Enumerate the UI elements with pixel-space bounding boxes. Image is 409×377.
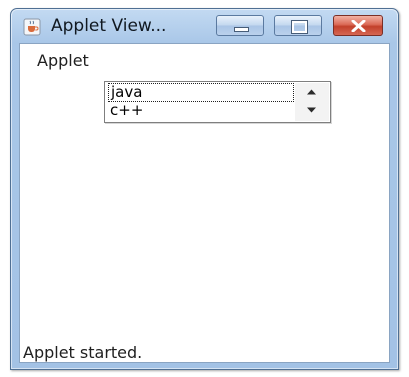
list-item-java[interactable]: java bbox=[108, 83, 294, 102]
maximize-icon bbox=[291, 20, 308, 34]
chevron-down-icon bbox=[307, 107, 316, 113]
applet-viewer-window: Applet View... Applet java c++ Applet st… bbox=[10, 8, 399, 370]
scroll-down-button[interactable] bbox=[302, 102, 322, 120]
scroll-up-button[interactable] bbox=[302, 84, 322, 102]
applet-menu[interactable]: Applet bbox=[37, 51, 89, 70]
chevron-up-icon bbox=[307, 89, 316, 95]
applet-panel: Applet java c++ Applet started. bbox=[19, 43, 390, 363]
list-item-cpp[interactable]: c++ bbox=[108, 101, 294, 120]
minimize-button[interactable] bbox=[216, 15, 264, 36]
java-coffee-cup-icon bbox=[23, 18, 41, 36]
window-title: Applet View... bbox=[51, 16, 167, 36]
list-scrollbar[interactable] bbox=[295, 83, 329, 121]
title-bar[interactable]: Applet View... bbox=[11, 9, 398, 43]
status-text: Applet started. bbox=[23, 343, 143, 362]
close-button[interactable] bbox=[333, 15, 383, 36]
minimize-icon bbox=[234, 27, 249, 32]
language-listbox[interactable]: java c++ bbox=[104, 81, 331, 123]
screen: www Applet View... Applet bbox=[0, 0, 409, 377]
close-icon bbox=[351, 20, 366, 32]
maximize-button[interactable] bbox=[274, 15, 322, 36]
